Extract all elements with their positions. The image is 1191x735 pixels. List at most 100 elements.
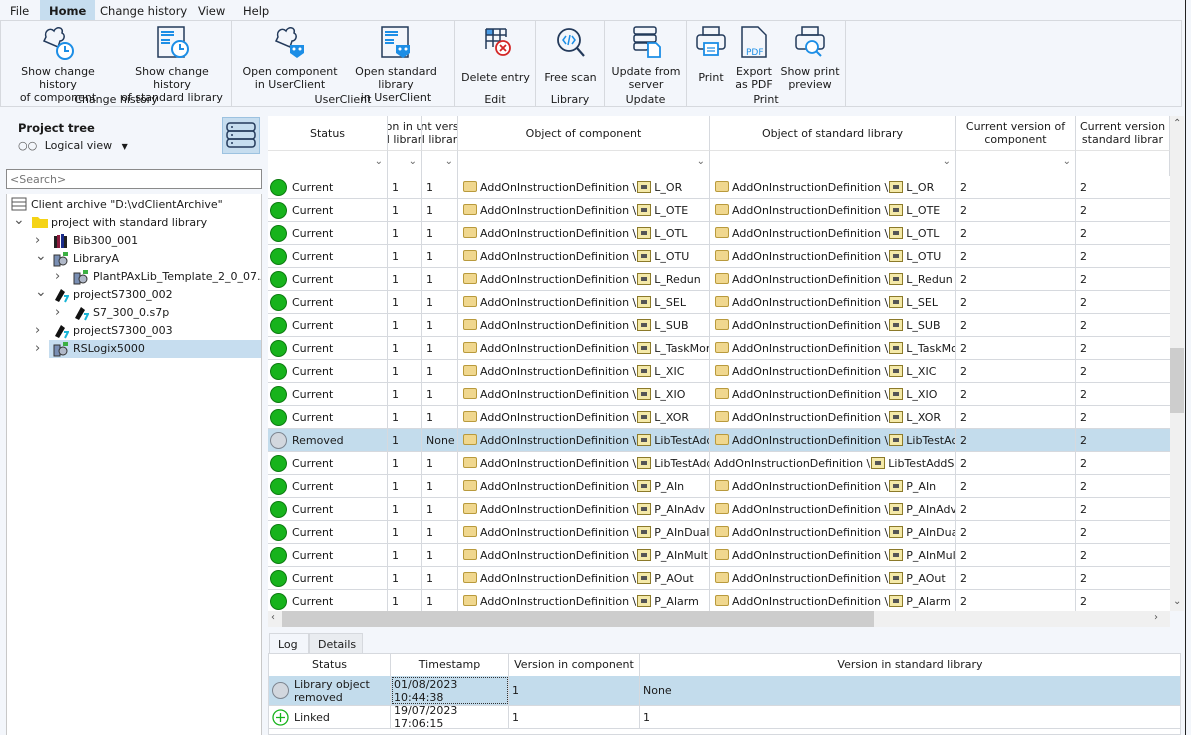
table-row[interactable]: Removed 1 None AddOnInstructionDefinition \… bbox=[268, 429, 1170, 452]
folder-icon bbox=[715, 181, 729, 192]
object-name: L_OTL bbox=[654, 227, 688, 240]
table-row[interactable]: Current 1 1 AddOnInstructionDefinition \ L_O… bbox=[268, 222, 1170, 245]
folder-icon bbox=[715, 296, 729, 307]
table-row[interactable]: Current 1 1 AddOnInstructionDefinition \ L_O… bbox=[268, 176, 1170, 199]
log-header-timestamp[interactable]: Timestamp bbox=[391, 654, 509, 676]
tab-log[interactable]: Log bbox=[269, 633, 309, 654]
scroll-left-icon[interactable]: ‹ bbox=[271, 612, 275, 623]
tree-node[interactable]: ⌄ projectS7300_002 bbox=[7, 283, 261, 304]
grid-horizontal-scrollbar[interactable]: ‹ › bbox=[268, 611, 1170, 627]
object-name: L_OTL bbox=[906, 227, 940, 240]
table-row[interactable]: Current 1 1 AddOnInstructionDefinition \ L_O… bbox=[268, 245, 1170, 268]
filter-dropdown-icon[interactable]: ⌄ bbox=[375, 156, 383, 167]
table-row[interactable]: Current 1 1 AddOnInstructionDefinition \ L_X… bbox=[268, 360, 1170, 383]
header-current-version-component[interactable]: Current version of component bbox=[956, 116, 1076, 150]
log-header-version-library[interactable]: Version in standard library bbox=[640, 654, 1180, 676]
show-change-history-component-button[interactable]: Show change history of component bbox=[4, 23, 112, 104]
tree-node[interactable]: › S7_300_0.s7p bbox=[7, 304, 261, 322]
table-row[interactable]: Current 1 1 AddOnInstructionDefinition \ Lib… bbox=[268, 452, 1170, 475]
log-header-status[interactable]: Status bbox=[269, 654, 391, 676]
column-filter[interactable]: ⌄ bbox=[268, 150, 388, 176]
filter-dropdown-icon[interactable]: ⌄ bbox=[697, 156, 705, 167]
table-row[interactable]: Current 1 1 AddOnInstructionDefinition \ L_X… bbox=[268, 406, 1170, 429]
column-filter[interactable]: ⌄ bbox=[458, 150, 710, 176]
free-scan-button[interactable]: Free scan bbox=[539, 23, 602, 84]
filter-dropdown-icon[interactable]: ⌄ bbox=[445, 156, 453, 167]
show-change-history-library-button[interactable]: Show change history of standard library bbox=[117, 23, 227, 104]
tree-node[interactable]: ⌄ project with standard library bbox=[7, 211, 261, 232]
column-filter[interactable]: ⌄ bbox=[710, 150, 956, 176]
header-current-version-standard-library[interactable]: Current version standard librar bbox=[1076, 116, 1170, 150]
object-name: P_AOut bbox=[654, 572, 694, 585]
table-row[interactable]: Current 1 1 AddOnInstructionDefinition \ L_T… bbox=[268, 337, 1170, 360]
column-filter[interactable]: ⌄ bbox=[422, 150, 458, 176]
print-button[interactable]: Print bbox=[691, 23, 731, 84]
table-row[interactable]: Current 1 1 AddOnInstructionDefinition \ P_A… bbox=[268, 498, 1170, 521]
log-row[interactable]: Library object removed 01/08/2023 10:44:… bbox=[269, 676, 1180, 706]
archive-view-toggle[interactable] bbox=[222, 117, 260, 154]
aoi-icon bbox=[889, 549, 904, 561]
table-row[interactable]: Current 1 1 AddOnInstructionDefinition \ P_A… bbox=[268, 475, 1170, 498]
open-component-userclient-button[interactable]: Open component in UserClient bbox=[238, 23, 342, 91]
header-current-version-library[interactable]: nt vers l librar bbox=[422, 116, 458, 150]
menu-view[interactable]: View bbox=[189, 0, 234, 20]
table-row[interactable]: Current 1 1 AddOnInstructionDefinition \ P_A… bbox=[268, 521, 1170, 544]
vertical-scroll-thumb[interactable] bbox=[1170, 348, 1184, 413]
menu-help[interactable]: Help bbox=[234, 0, 278, 20]
header-object-component[interactable]: Object of component bbox=[458, 116, 710, 150]
scroll-right-icon[interactable]: › bbox=[1154, 612, 1158, 623]
scroll-up-icon[interactable]: ⌃ bbox=[1173, 118, 1181, 129]
table-row[interactable]: Current 1 1 AddOnInstructionDefinition \ P_A… bbox=[268, 544, 1170, 567]
table-row[interactable]: Current 1 1 AddOnInstructionDefinition \ P_A… bbox=[268, 567, 1170, 590]
column-filter[interactable]: ⌄ bbox=[388, 150, 422, 176]
tree-search-input[interactable] bbox=[6, 169, 262, 189]
current-version-library-cell: 1 bbox=[422, 452, 458, 475]
log-header-version-component[interactable]: Version in component bbox=[509, 654, 640, 676]
log-row[interactable]: Linked 19/07/2023 17:06:15 1 1 bbox=[269, 704, 1180, 730]
horizontal-scroll-thumb[interactable] bbox=[282, 611, 874, 627]
object-path: AddOnInstructionDefinition \ bbox=[480, 549, 637, 562]
menu-home[interactable]: Home bbox=[40, 0, 96, 20]
grid-vertical-scrollbar[interactable]: ⌃ ⌄ bbox=[1170, 116, 1184, 611]
chevron-right-icon[interactable]: › bbox=[55, 268, 60, 286]
delete-entry-button[interactable]: Delete entry bbox=[458, 23, 533, 84]
header-version-in-library[interactable]: on in u l librar bbox=[388, 116, 422, 150]
export-pdf-button[interactable]: PDF Export as PDF bbox=[734, 23, 774, 91]
chevron-right-icon[interactable]: › bbox=[35, 340, 40, 358]
chevron-down-icon[interactable]: ⌄ bbox=[35, 283, 47, 301]
table-row[interactable]: Current 1 1 AddOnInstructionDefinition \ L_S… bbox=[268, 314, 1170, 337]
header-object-library[interactable]: Object of standard library bbox=[710, 116, 956, 150]
tab-details[interactable]: Details bbox=[309, 633, 363, 654]
table-row[interactable]: Current 1 1 AddOnInstructionDefinition \ L_O… bbox=[268, 199, 1170, 222]
filter-dropdown-icon[interactable]: ⌄ bbox=[943, 156, 951, 167]
filter-dropdown-icon[interactable]: ⌄ bbox=[1063, 156, 1071, 167]
table-row[interactable]: Current 1 1 AddOnInstructionDefinition \ P_A… bbox=[268, 590, 1170, 611]
current-status-icon bbox=[270, 570, 287, 587]
tree-node[interactable]: › projectS7300_003 bbox=[7, 322, 261, 340]
object-path: AddOnInstructionDefinition \ bbox=[732, 549, 889, 562]
menu-file[interactable]: File bbox=[1, 0, 38, 20]
table-row[interactable]: Current 1 1 AddOnInstructionDefinition \ L_R… bbox=[268, 268, 1170, 291]
tree-node[interactable]: Client archive "D:\vdClientArchive" bbox=[7, 196, 261, 214]
menu-change-history[interactable]: Change history bbox=[91, 0, 196, 20]
chevron-down-icon[interactable]: ⌄ bbox=[13, 211, 25, 229]
tree-node[interactable]: › RSLogix5000 bbox=[35, 340, 261, 358]
open-library-userclient-button[interactable]: Open standard library in UserClient bbox=[336, 23, 456, 104]
column-filter[interactable] bbox=[1076, 150, 1170, 176]
version-in-library-cell: 1 bbox=[388, 590, 422, 611]
column-filter[interactable]: ⌄ bbox=[956, 150, 1076, 176]
update-from-server-button[interactable]: Update from server bbox=[608, 23, 684, 91]
show-print-preview-button[interactable]: Show print preview bbox=[778, 23, 842, 91]
header-status[interactable]: Status bbox=[268, 116, 388, 150]
object-path: AddOnInstructionDefinition \ bbox=[480, 388, 637, 401]
scroll-down-icon[interactable]: ⌄ bbox=[1173, 596, 1181, 607]
view-selector[interactable]: ○○ Logical view ▼ bbox=[18, 139, 128, 152]
tree-node[interactable]: ⌄ LibraryA bbox=[7, 247, 261, 268]
filter-dropdown-icon[interactable]: ⌄ bbox=[409, 156, 417, 167]
chevron-right-icon[interactable]: › bbox=[55, 304, 60, 322]
chevron-right-icon[interactable]: › bbox=[35, 322, 40, 340]
chevron-down-icon[interactable]: ⌄ bbox=[35, 247, 47, 265]
table-row[interactable]: Current 1 1 AddOnInstructionDefinition \ L_S… bbox=[268, 291, 1170, 314]
table-row[interactable]: Current 1 1 AddOnInstructionDefinition \ L_X… bbox=[268, 383, 1170, 406]
current-version-component-cell: 2 bbox=[956, 222, 1076, 245]
